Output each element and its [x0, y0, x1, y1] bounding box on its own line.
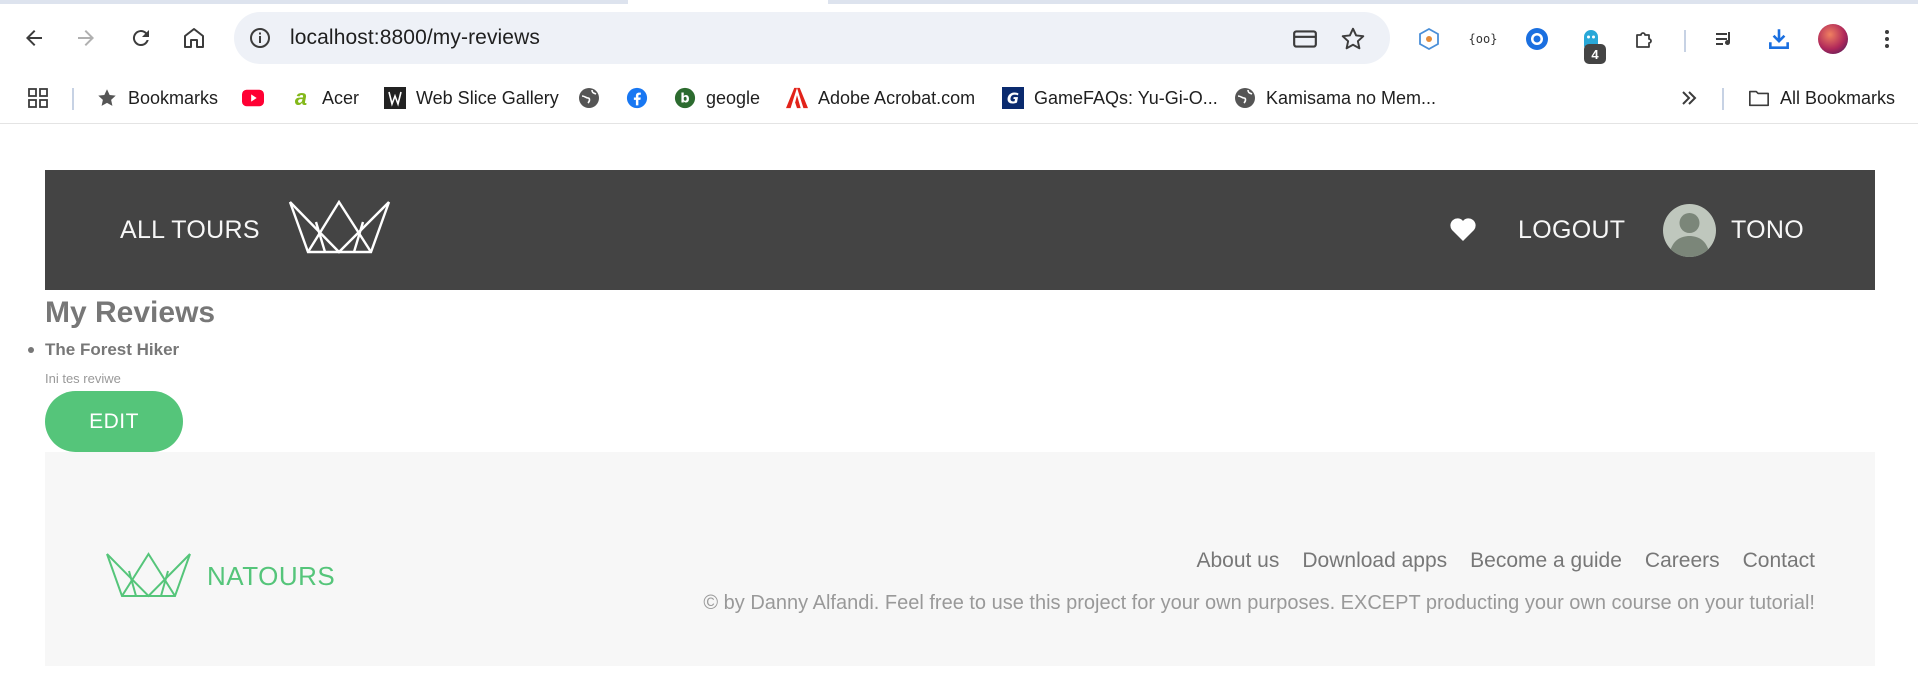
- footer-brand: NATOURS: [207, 561, 336, 591]
- review-text: Ini tes reviwe: [45, 371, 121, 386]
- extension-badge: 4: [1584, 44, 1606, 64]
- user-avatar[interactable]: [1663, 204, 1716, 257]
- bookmarks-overflow-button[interactable]: [1678, 82, 1710, 114]
- bookmark-label: Kamisama no Mem...: [1266, 87, 1437, 108]
- svg-text:b: b: [680, 92, 689, 107]
- bookmark-item-adobe[interactable]: Adobe Acrobat.com: [786, 82, 975, 114]
- media-controls-icon[interactable]: [1710, 24, 1740, 54]
- bookmarks-divider: [1722, 88, 1724, 110]
- url-host: localhost: [290, 26, 374, 49]
- bookmark-item-gamefaqs[interactable]: G GameFAQs: Yu-Gi-O...: [1002, 82, 1218, 114]
- facebook-icon: [626, 87, 648, 109]
- all-tours-link[interactable]: ALL TOURS: [120, 216, 260, 245]
- home-button[interactable]: [174, 18, 214, 58]
- chevron-double-right-icon: [1678, 87, 1700, 109]
- card-icon[interactable]: [1292, 26, 1318, 52]
- footer-link-become-guide[interactable]: Become a guide: [1470, 549, 1622, 573]
- footer-link-contact[interactable]: Contact: [1743, 549, 1815, 573]
- bookmarks-divider: [72, 88, 74, 110]
- site-footer: NATOURS About us Download apps Become a …: [45, 452, 1875, 666]
- bookmark-item-acer[interactable]: a Acer: [290, 82, 359, 114]
- web-slice-icon: [384, 87, 406, 109]
- gamefaqs-icon: G: [1002, 87, 1024, 109]
- arrow-left-icon: [26, 30, 42, 46]
- kebab-menu-icon[interactable]: [1872, 24, 1902, 54]
- reload-icon: [132, 30, 149, 47]
- url-path: :8800/my-reviews: [373, 26, 540, 49]
- acer-icon: a: [294, 85, 308, 110]
- arrow-right-icon: [78, 30, 94, 46]
- forward-button[interactable]: [66, 18, 106, 58]
- extension-graph-icon[interactable]: [1414, 24, 1444, 54]
- bookmark-label: geogle: [706, 87, 761, 108]
- bookmark-label: Acer: [322, 87, 360, 108]
- logout-link[interactable]: LOGOUT: [1518, 216, 1625, 245]
- reload-button[interactable]: [121, 18, 161, 58]
- geogle-icon: b: [674, 87, 696, 109]
- bookmark-item-facebook[interactable]: [626, 82, 658, 114]
- bookmark-item-kamisama[interactable]: Kamisama no Mem...: [1234, 82, 1436, 114]
- download-icon[interactable]: [1764, 24, 1794, 54]
- bookmarks-bar: Bookmarks a Acer Web Slice Gallery b geo…: [0, 72, 1918, 124]
- youtube-icon: [242, 87, 264, 109]
- site-header: ALL TOURS LOGOUT TONO: [45, 170, 1875, 290]
- all-bookmarks-button[interactable]: All Bookmarks: [1748, 82, 1895, 114]
- bookmark-item-bookmarks[interactable]: Bookmarks: [96, 82, 218, 114]
- globe-icon: [1234, 87, 1256, 109]
- adobe-icon: [786, 87, 808, 109]
- bookmark-item-globe[interactable]: [578, 82, 610, 114]
- bookmark-label: Adobe Acrobat.com: [818, 87, 976, 108]
- bookmark-label: GameFAQs: Yu-Gi-O...: [1034, 87, 1218, 108]
- site-info-icon[interactable]: [248, 26, 272, 50]
- puzzle-icon[interactable]: [1630, 24, 1660, 54]
- bookmark-item-web-slice-gallery[interactable]: Web Slice Gallery: [384, 82, 559, 114]
- star-icon: [96, 87, 118, 109]
- bookmark-item-youtube[interactable]: [242, 82, 274, 114]
- review-list: The Forest Hiker: [28, 340, 179, 360]
- footer-nav: About us Download apps Become a guide Ca…: [1196, 549, 1815, 573]
- bookmark-label: Bookmarks: [128, 87, 219, 108]
- url-text: localhost:8800/my-reviews: [290, 26, 540, 50]
- extension-circle-icon[interactable]: [1522, 24, 1552, 54]
- extension-regex-icon[interactable]: {oo}: [1468, 24, 1498, 54]
- list-bullet: [28, 347, 34, 353]
- bookmark-label: Web Slice Gallery: [416, 87, 559, 108]
- list-item: The Forest Hiker: [28, 340, 179, 360]
- bookmark-star-icon[interactable]: [1340, 26, 1366, 52]
- all-bookmarks-label: All Bookmarks: [1780, 87, 1896, 108]
- copyright-text: © by Danny Alfandi. Feel free to use thi…: [703, 592, 1815, 614]
- user-name-link[interactable]: TONO: [1731, 216, 1804, 245]
- edit-review-button[interactable]: EDIT: [45, 391, 183, 452]
- apps-grid-icon[interactable]: [26, 82, 50, 114]
- folder-icon: [1748, 87, 1770, 109]
- footer-link-careers[interactable]: Careers: [1645, 549, 1720, 573]
- svg-text:G: G: [1007, 91, 1019, 108]
- natours-logo-icon[interactable]: [288, 200, 391, 254]
- user-silhouette-icon: [1669, 213, 1710, 257]
- back-button[interactable]: [14, 18, 54, 58]
- bookmark-item-geogle[interactable]: b geogle: [674, 82, 760, 114]
- address-bar[interactable]: localhost:8800/my-reviews: [234, 12, 1390, 64]
- home-icon: [184, 28, 204, 48]
- heart-icon[interactable]: [1449, 216, 1477, 242]
- footer-link-about[interactable]: About us: [1196, 549, 1279, 573]
- footer-link-download-apps[interactable]: Download apps: [1302, 549, 1447, 573]
- toolbar-divider: [1684, 30, 1686, 52]
- page-title: My Reviews: [45, 296, 216, 329]
- profile-avatar[interactable]: [1818, 24, 1848, 54]
- globe-icon: [578, 87, 600, 109]
- review-tour-name: The Forest Hiker: [45, 340, 180, 359]
- natours-logo-icon: [106, 552, 191, 598]
- browser-toolbar: localhost:8800/my-reviews {oo} 4: [0, 4, 1918, 72]
